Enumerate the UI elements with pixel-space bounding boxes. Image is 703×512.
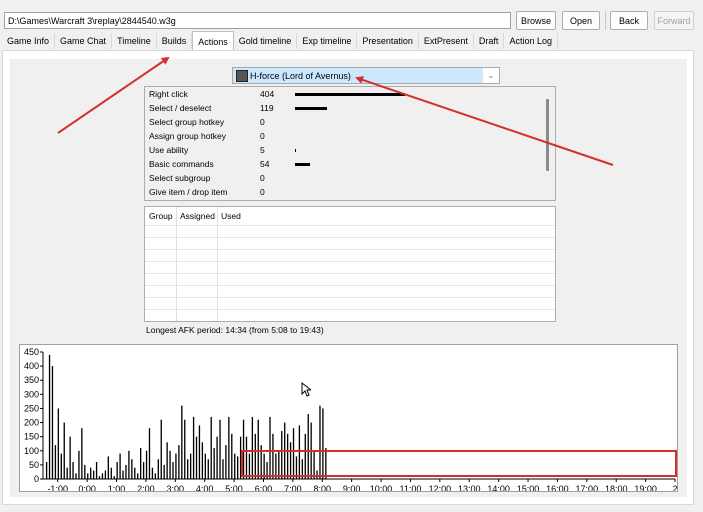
annotation-overlay bbox=[57, 56, 677, 477]
mouse-cursor-icon bbox=[301, 382, 311, 397]
annotation-arrow bbox=[355, 76, 614, 166]
annotation-highlight-box bbox=[241, 450, 677, 477]
annotation-arrow bbox=[57, 56, 170, 134]
